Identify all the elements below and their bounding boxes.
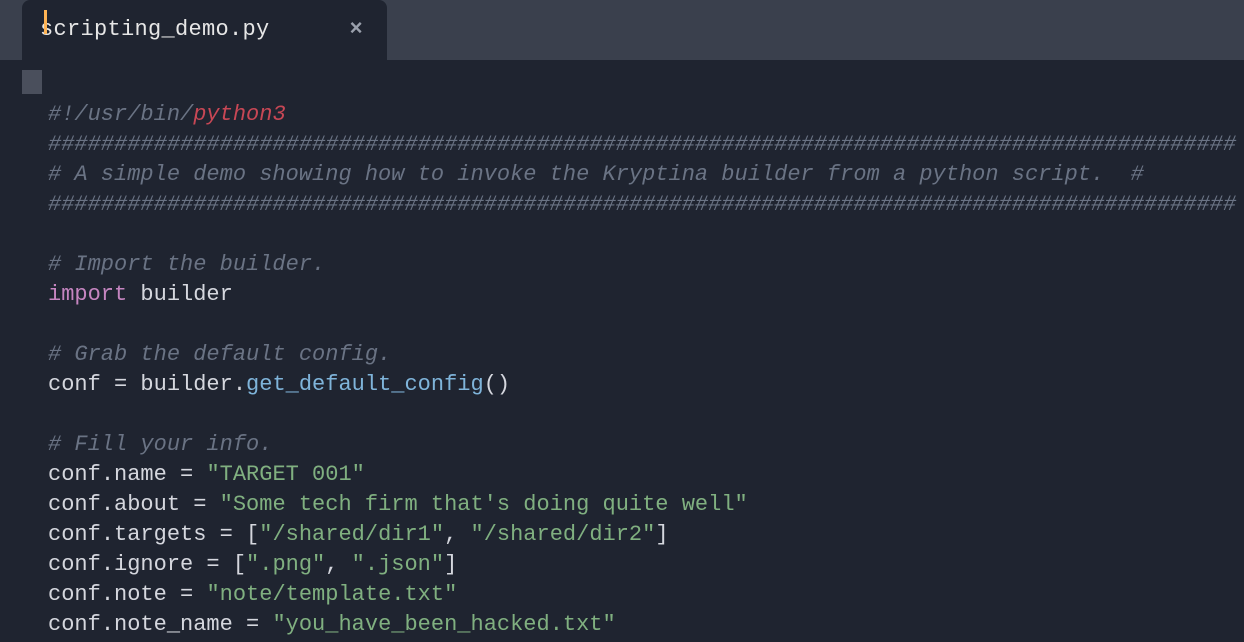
comment-fill: # Fill your info.: [48, 432, 272, 457]
dot: .: [101, 462, 114, 487]
eq: =: [101, 372, 141, 397]
dot: .: [101, 612, 114, 637]
comment-import: # Import the builder.: [48, 252, 325, 277]
shebang-interpreter: python3: [193, 102, 285, 127]
eq: =: [206, 522, 246, 547]
attr-name: name: [114, 462, 167, 487]
attr-note: note: [114, 582, 167, 607]
attr-ignore: ignore: [114, 552, 193, 577]
kw-import: import: [48, 282, 127, 307]
mod-builder: builder: [140, 372, 232, 397]
attr-note-name: note_name: [114, 612, 233, 637]
text-cursor: [44, 10, 47, 34]
banner-end: #: [1131, 162, 1144, 187]
var-conf: conf: [48, 372, 101, 397]
comma: ,: [325, 552, 351, 577]
comma: ,: [444, 522, 470, 547]
tab-bar: scripting_demo.py ×: [0, 0, 1244, 60]
var-conf: conf: [48, 492, 101, 517]
val-ignore1: ".png": [246, 552, 325, 577]
bracket-open: [: [246, 522, 259, 547]
eq: =: [180, 492, 220, 517]
hash-line: ########################################…: [48, 192, 1236, 217]
mod-builder: builder: [140, 282, 232, 307]
var-conf: conf: [48, 522, 101, 547]
code-content[interactable]: #!/usr/bin/python3 #####################…: [44, 60, 1240, 642]
attr-targets: targets: [114, 522, 206, 547]
val-target1: "/shared/dir1": [259, 522, 444, 547]
val-ignore2: ".json": [352, 552, 444, 577]
bracket-close: ]: [655, 522, 668, 547]
fn-get-default-config: get_default_config: [246, 372, 484, 397]
sp: [127, 282, 140, 307]
dot: .: [101, 552, 114, 577]
var-conf: conf: [48, 612, 101, 637]
shebang-path: #!/usr/bin/: [48, 102, 193, 127]
dot: .: [233, 372, 246, 397]
gutter: [0, 60, 44, 642]
var-conf: conf: [48, 552, 101, 577]
eq: =: [167, 462, 207, 487]
dot: .: [101, 492, 114, 517]
val-note: "note/template.txt": [206, 582, 457, 607]
val-name: "TARGET 001": [206, 462, 364, 487]
banner-text: # A simple demo showing how to invoke th…: [48, 162, 1131, 187]
bracket-close: ]: [444, 552, 457, 577]
attr-about: about: [114, 492, 180, 517]
comment-grab: # Grab the default config.: [48, 342, 391, 367]
val-about: "Some tech firm that's doing quite well": [220, 492, 748, 517]
dot: .: [101, 582, 114, 607]
blank-line: [48, 222, 61, 247]
file-tab[interactable]: scripting_demo.py ×: [22, 0, 387, 60]
blank-line: [48, 402, 61, 427]
blank-line: [48, 312, 61, 337]
close-icon[interactable]: ×: [350, 15, 363, 45]
tab-title: scripting_demo.py: [40, 15, 270, 45]
bracket-open: [: [233, 552, 246, 577]
eq: =: [167, 582, 207, 607]
eq: =: [233, 612, 273, 637]
parens: (): [484, 372, 510, 397]
hash-line: ########################################…: [48, 132, 1236, 157]
gutter-highlight: [22, 70, 42, 94]
eq: =: [193, 552, 233, 577]
val-note-name: "you_have_been_hacked.txt": [272, 612, 615, 637]
var-conf: conf: [48, 582, 101, 607]
var-conf: conf: [48, 462, 101, 487]
dot: .: [101, 522, 114, 547]
val-target2: "/shared/dir2": [471, 522, 656, 547]
editor[interactable]: #!/usr/bin/python3 #####################…: [0, 60, 1244, 642]
